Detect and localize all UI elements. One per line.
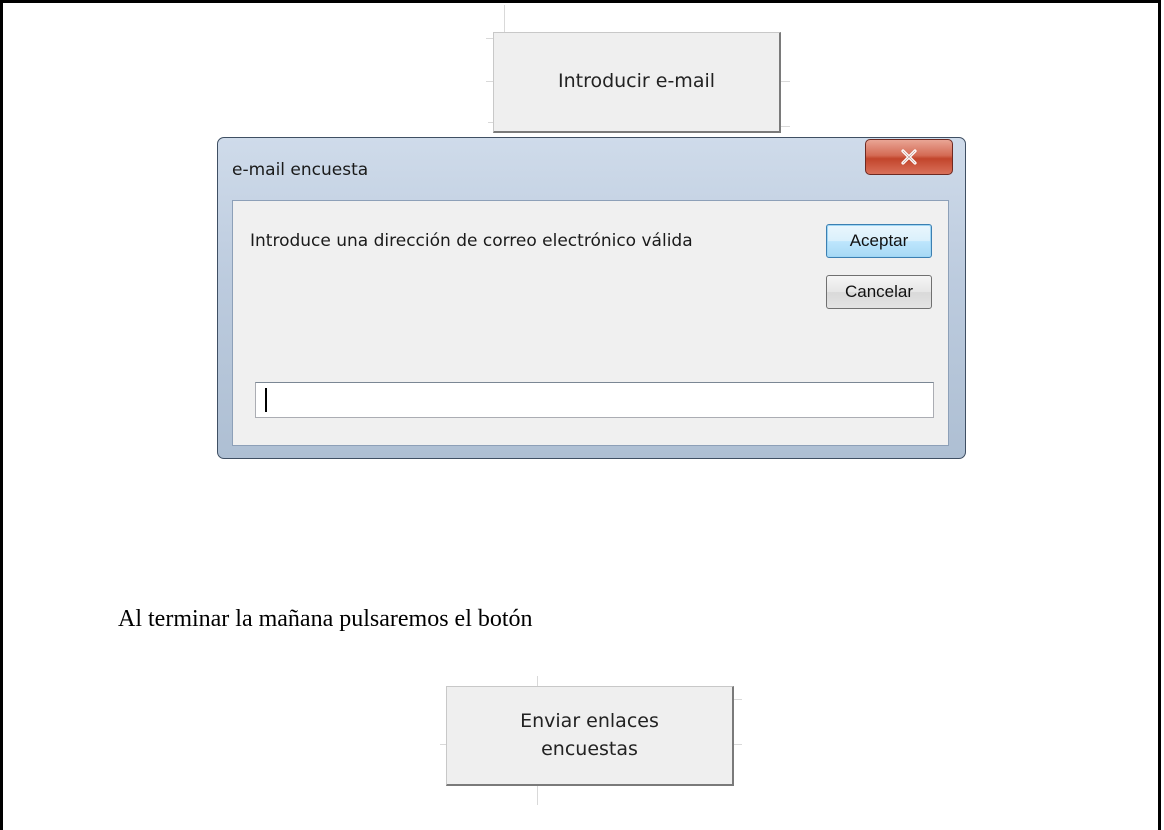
- gridline: [781, 81, 790, 82]
- gridline: [781, 126, 790, 127]
- close-icon: [901, 149, 917, 165]
- dialog-body: Introduce una dirección de correo electr…: [232, 200, 949, 446]
- gridline: [734, 699, 742, 700]
- aceptar-label: Aceptar: [849, 231, 909, 250]
- dialog-close-button[interactable]: [865, 139, 953, 175]
- enviar-enlaces-label: Enviar enlaces encuestas: [520, 709, 659, 760]
- gridline: [734, 744, 742, 745]
- cancelar-label: Cancelar: [844, 282, 914, 301]
- introducir-email-button[interactable]: Introducir e-mail: [493, 32, 781, 133]
- gridline: [504, 5, 505, 32]
- cancelar-button[interactable]: Cancelar: [826, 275, 932, 309]
- enviar-enlaces-button[interactable]: Enviar enlaces encuestas: [446, 686, 734, 786]
- dialog-prompt: Introduce una dirección de correo electr…: [250, 231, 693, 251]
- dialog-title: e-mail encuesta: [232, 160, 369, 180]
- gridline: [486, 81, 493, 82]
- gridline: [537, 786, 538, 805]
- aceptar-button[interactable]: Aceptar: [826, 224, 932, 258]
- introducir-email-label: Introducir e-mail: [557, 70, 716, 93]
- gridline: [486, 38, 493, 39]
- email-input-dialog: e-mail encuesta Introduce una dirección …: [217, 137, 966, 459]
- instruction-text: Al terminar la mañana pulsaremos el botó…: [118, 606, 533, 632]
- gridline: [537, 676, 538, 686]
- email-input[interactable]: [255, 382, 934, 418]
- text-caret: [265, 388, 267, 412]
